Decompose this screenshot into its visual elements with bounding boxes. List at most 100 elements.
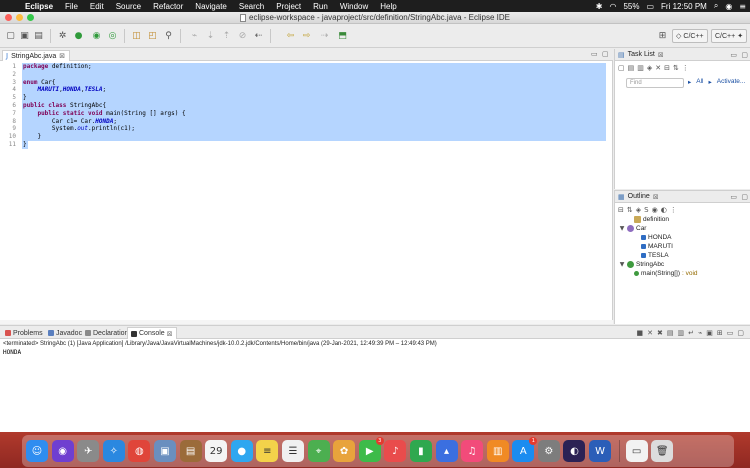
- code-text[interactable]: Car c1= Car.HONDA;: [22, 117, 606, 126]
- notification-center-icon[interactable]: ≡: [739, 2, 746, 11]
- outline-node[interactable]: definition: [619, 215, 749, 224]
- perspective-cpp-button[interactable]: ◇ C/C++: [672, 29, 708, 43]
- code-line[interactable]: 10 }: [0, 133, 613, 141]
- menu-refactor[interactable]: Refactor: [153, 2, 183, 11]
- save-icon[interactable]: ▣: [18, 30, 31, 42]
- last-edit-icon[interactable]: ⇠: [252, 30, 265, 42]
- close-task-list-icon[interactable]: ⊠: [658, 51, 664, 59]
- menu-help[interactable]: Help: [380, 2, 396, 11]
- notefile-icon[interactable]: ▤: [179, 440, 202, 462]
- calendar-icon[interactable]: 29: [205, 440, 228, 462]
- remove-launch-icon[interactable]: ✕: [647, 329, 653, 337]
- clock[interactable]: Fri 12:50 PM: [661, 2, 707, 11]
- tab-declaration[interactable]: Declaration: [82, 327, 131, 339]
- menu-file[interactable]: File: [65, 2, 78, 11]
- code-line[interactable]: 7 public static void main(String [] args…: [0, 109, 613, 118]
- search-toolbar-icon[interactable]: ⚲: [162, 30, 175, 42]
- run-icon[interactable]: ●: [72, 30, 85, 42]
- all-link[interactable]: All: [696, 78, 703, 86]
- tab-console[interactable]: Console ⊠: [127, 327, 177, 339]
- minimize-outline-icon[interactable]: ▭: [730, 193, 737, 201]
- new-task-icon[interactable]: ▢: [618, 64, 625, 72]
- code-text[interactable]: enum Car{: [22, 78, 606, 87]
- next-edit-icon[interactable]: ⇢: [318, 30, 331, 42]
- word-icon[interactable]: W: [589, 440, 612, 462]
- eclipse-icon[interactable]: ◐: [563, 440, 586, 462]
- code-line[interactable]: 4 MARUTI,HONDA,TESLA;: [0, 86, 613, 95]
- hide-static-icon[interactable]: S: [644, 206, 648, 214]
- preview-icon[interactable]: ▣: [153, 440, 176, 462]
- safari-icon[interactable]: ✧: [102, 440, 125, 462]
- hide-local-types-icon[interactable]: ◐: [661, 206, 667, 214]
- code-line[interactable]: 3 enum Car{: [0, 78, 613, 87]
- menu-window[interactable]: Window: [340, 2, 368, 11]
- code-line[interactable]: 9 System.out.println(c1);: [0, 125, 613, 134]
- hide-nonpublic-icon[interactable]: ◉: [652, 206, 658, 214]
- wifi-icon[interactable]: ◠: [609, 2, 616, 11]
- battery-percent[interactable]: 55%: [623, 2, 639, 11]
- hide-fields-icon[interactable]: ◈: [636, 206, 641, 214]
- keynote-icon[interactable]: ▴: [435, 440, 458, 462]
- minimize-window-button[interactable]: [16, 14, 23, 21]
- user-icon[interactable]: ◉: [725, 2, 732, 11]
- zoom-window-button[interactable]: [27, 14, 34, 21]
- save-all-icon[interactable]: ▤: [32, 30, 45, 42]
- code-text[interactable]: }: [22, 140, 28, 149]
- finder-icon[interactable]: ☺: [26, 440, 48, 462]
- editor-horizontal-scrollbar[interactable]: [0, 320, 613, 324]
- code-line[interactable]: 2: [0, 70, 613, 79]
- code-line[interactable]: 11}: [0, 140, 613, 149]
- close-outline-icon[interactable]: ⊠: [653, 193, 659, 201]
- photos-icon[interactable]: ✿: [333, 440, 356, 462]
- close-console-icon[interactable]: ⊠: [167, 330, 173, 338]
- maximize-task-list-icon[interactable]: ▢: [741, 51, 748, 59]
- menu-source[interactable]: Source: [116, 2, 141, 11]
- open-console-icon[interactable]: ⊞: [717, 329, 723, 337]
- bluetooth-icon[interactable]: ✱: [596, 2, 603, 11]
- battery-icon[interactable]: ▭: [646, 2, 654, 11]
- remove-all-icon[interactable]: ✖: [657, 329, 663, 337]
- code-line[interactable]: 6 public class StringAbc{: [0, 101, 613, 110]
- code-text[interactable]: System.out.println(c1);: [22, 125, 606, 134]
- code-text[interactable]: MARUTI,HONDA,TESLA;: [22, 86, 606, 95]
- code-area[interactable]: 1 package definition; 2 3 enum Car{4 MARUTI…: [0, 63, 613, 149]
- menu-project[interactable]: Project: [276, 2, 301, 11]
- outline-node[interactable]: main(String[]) : void: [619, 269, 749, 278]
- minimize-task-list-icon[interactable]: ▭: [730, 51, 737, 59]
- annotation-prev-icon[interactable]: ⇡: [220, 30, 233, 42]
- toggle-mark-icon[interactable]: ⊘: [236, 30, 249, 42]
- code-text[interactable]: [22, 70, 606, 79]
- pin-console-icon[interactable]: ⌁: [698, 329, 702, 337]
- outline-node[interactable]: ▼ Car: [619, 224, 749, 233]
- outline-node[interactable]: HONDA: [619, 233, 749, 242]
- close-tab-icon[interactable]: ⊠: [59, 52, 65, 60]
- expand-toggle-icon[interactable]: ▼: [619, 225, 625, 232]
- music-icon[interactable]: ♪: [384, 440, 407, 462]
- new-icon[interactable]: ▢: [4, 30, 17, 42]
- siri-icon[interactable]: ◉: [51, 440, 74, 462]
- outline-node[interactable]: ▼ StringAbc: [619, 260, 749, 269]
- activate-link[interactable]: Activate...: [717, 78, 746, 86]
- view-menu-icon[interactable]: ⋮: [682, 64, 689, 72]
- menu-edit[interactable]: Edit: [90, 2, 104, 11]
- code-text[interactable]: }: [22, 133, 606, 141]
- tab-problems[interactable]: Problems: [2, 327, 46, 339]
- debug-icon[interactable]: ✲: [56, 30, 69, 42]
- scheduled-icon[interactable]: ▥: [637, 64, 644, 72]
- coverage-icon[interactable]: ◎: [106, 30, 119, 42]
- tab-outline[interactable]: ▦ Outline ⊠ ▭ ▢: [615, 191, 750, 203]
- task-find-input[interactable]: Find: [626, 78, 684, 88]
- open-type-icon[interactable]: ◰: [146, 30, 159, 42]
- outline-menu-icon[interactable]: ⋮: [670, 206, 677, 214]
- categorized-icon[interactable]: ▤: [628, 64, 635, 72]
- appstore-icon[interactable]: A1: [512, 437, 538, 462]
- code-text[interactable]: public class StringAbc{: [22, 101, 606, 110]
- maps-icon[interactable]: ⌖: [307, 440, 330, 462]
- run-last-icon[interactable]: ◉: [90, 30, 103, 42]
- perspective-cpp-alt-button[interactable]: C/C++ ✦: [711, 29, 748, 43]
- menu-run[interactable]: Run: [313, 2, 328, 11]
- menu-search[interactable]: Search: [239, 2, 264, 11]
- menu-navigate[interactable]: Navigate: [195, 2, 227, 11]
- tab-stringabc-java[interactable]: J StringAbc.java ⊠: [2, 50, 71, 61]
- messages-icon[interactable]: ●: [230, 440, 253, 462]
